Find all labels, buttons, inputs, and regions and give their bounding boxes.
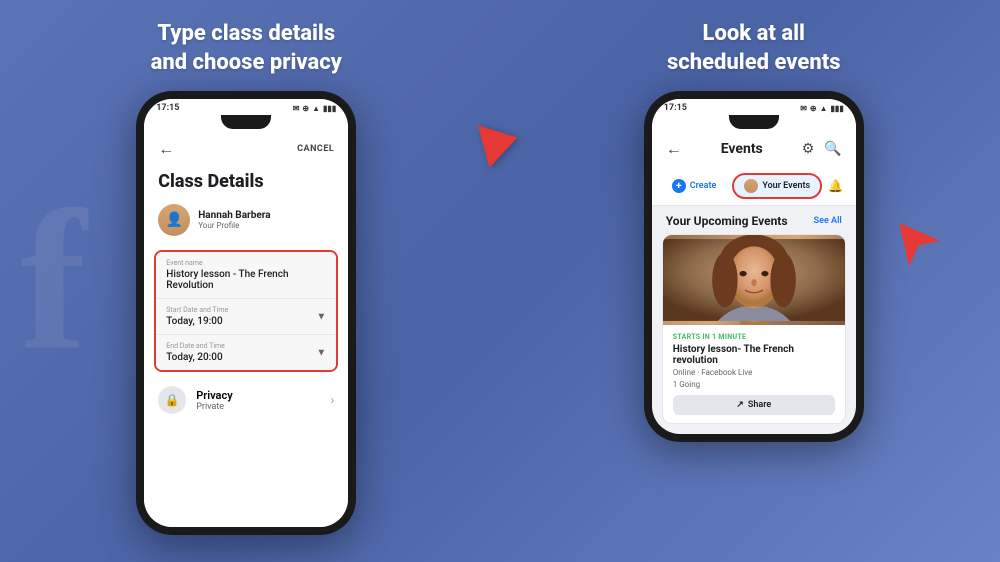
battery-icon: ▮▮▮ <box>323 104 336 113</box>
privacy-chevron-icon: › <box>331 393 335 407</box>
bg-watermark: f <box>20 167 87 396</box>
status-icons-2: ✉ ⊕ ▲ ▮▮▮ <box>800 104 844 113</box>
end-date-label: End Date and Time <box>166 342 326 350</box>
panel-1: Type class details and choose privacy 17… <box>30 20 463 552</box>
events-nav: ← Events ⚙ 🔍 <box>652 131 856 167</box>
phone-2: 17:15 ✉ ⊕ ▲ ▮▮▮ ← Events ⚙ <box>644 91 864 442</box>
signal-icon: ⊕ <box>302 104 309 113</box>
phone-1: 17:15 ✉ ⊕ ▲ ▮▮▮ ← CANCEL <box>136 91 356 535</box>
event-meta: Online · Facebook Live <box>673 368 835 377</box>
battery-icon-2: ▮▮▮ <box>831 104 844 113</box>
back-button-1[interactable]: ← <box>158 139 174 159</box>
notch-1 <box>221 115 271 129</box>
form-section: Event name History lesson - The French R… <box>154 250 338 372</box>
event-name-card: History lesson- The French revolution <box>673 344 835 366</box>
end-date-arrow: ▼ <box>316 347 326 358</box>
start-date-arrow: ▼ <box>316 311 326 322</box>
panel-2: Look at all scheduled events 17:15 ✉ ⊕ ▲… <box>538 20 971 552</box>
start-date-field[interactable]: Start Date and Time Today, 19:00 ▼ <box>156 299 336 335</box>
events-tabs: + Create Your Events 🔔 <box>652 167 856 206</box>
gear-icon[interactable]: ⚙ <box>802 141 815 157</box>
signal-icon-2: ⊕ <box>810 104 817 113</box>
profile-sub: Your Profile <box>198 221 270 230</box>
tab-avatar <box>744 179 758 193</box>
see-all-button[interactable]: See All <box>814 216 842 226</box>
start-date-label: Start Date and Time <box>166 306 326 314</box>
floating-arrow-container <box>878 205 951 279</box>
event-image <box>663 235 845 325</box>
profile-row: 👤 Hannah Barbera Your Profile <box>144 200 348 246</box>
plus-icon: + <box>672 179 686 193</box>
messenger-icon: ✉ <box>293 104 300 113</box>
event-name-field[interactable]: Event name History lesson - The French R… <box>156 252 336 299</box>
wifi-icon: ▲ <box>312 104 320 113</box>
tab-create[interactable]: + Create <box>662 175 727 197</box>
events-title: Events <box>721 141 763 157</box>
screen-1: Class Details 👤 Hannah Barbera Your Prof… <box>144 167 348 527</box>
create-label: Create <box>690 181 717 191</box>
status-bar-2: 17:15 ✉ ⊕ ▲ ▮▮▮ <box>652 99 856 115</box>
wifi-icon-2: ▲ <box>820 104 828 113</box>
avatar-face: 👤 <box>158 204 190 236</box>
up-arrow-icon <box>878 205 948 275</box>
share-icon: ↗ <box>736 400 744 410</box>
start-date-value: Today, 19:00 <box>166 316 326 327</box>
privacy-row[interactable]: 🔒 Privacy Private › <box>144 376 348 424</box>
event-name-value: History lesson - The French Revolution <box>166 269 326 291</box>
event-card[interactable]: STARTS IN 1 MINUTE History lesson- The F… <box>662 234 846 424</box>
lock-icon: 🔒 <box>158 386 186 414</box>
privacy-label: Privacy <box>196 389 232 402</box>
app-nav-1: ← CANCEL <box>144 131 348 167</box>
phone-1-inner: 17:15 ✉ ⊕ ▲ ▮▮▮ ← CANCEL <box>144 99 348 527</box>
status-bar-1: 17:15 ✉ ⊕ ▲ ▮▮▮ <box>144 99 348 115</box>
end-date-field[interactable]: End Date and Time Today, 20:00 ▼ <box>156 335 336 370</box>
phone-2-inner: 17:15 ✉ ⊕ ▲ ▮▮▮ ← Events ⚙ <box>652 99 856 434</box>
panel-1-title: Type class details and choose privacy <box>151 20 342 77</box>
messenger-icon-2: ✉ <box>800 104 807 113</box>
back-button-2[interactable]: ← <box>666 139 682 159</box>
center-arrow <box>483 120 518 164</box>
event-details: STARTS IN 1 MINUTE History lesson- The F… <box>663 325 845 423</box>
privacy-value: Private <box>196 402 232 412</box>
profile-name: Hannah Barbera <box>198 210 270 221</box>
starts-in-badge: STARTS IN 1 MINUTE <box>673 333 835 341</box>
right-arrow-icon <box>477 116 522 168</box>
time-2: 17:15 <box>664 103 687 113</box>
panel-2-title: Look at all scheduled events <box>667 20 841 77</box>
profile-info: Hannah Barbera Your Profile <box>198 210 270 230</box>
privacy-info: Privacy Private <box>196 389 232 412</box>
your-events-label: Your Events <box>762 181 810 191</box>
cancel-button[interactable]: CANCEL <box>297 144 334 154</box>
tab-your-events[interactable]: Your Events <box>732 173 822 199</box>
notch-bar-2 <box>652 115 856 131</box>
share-label: Share <box>748 400 771 410</box>
end-date-value: Today, 20:00 <box>166 352 326 363</box>
profile-avatar: 👤 <box>158 204 190 236</box>
event-name-label: Event name <box>166 259 326 267</box>
share-button[interactable]: ↗ Share <box>673 395 835 415</box>
upcoming-header: Your Upcoming Events See All <box>652 206 856 234</box>
status-icons-1: ✉ ⊕ ▲ ▮▮▮ <box>293 104 337 113</box>
event-going: 1 Going <box>673 380 835 389</box>
upcoming-title: Your Upcoming Events <box>666 214 788 228</box>
search-icon[interactable]: 🔍 <box>824 141 841 157</box>
time-1: 17:15 <box>156 103 179 113</box>
notch-bar-1 <box>144 115 348 131</box>
bell-icon[interactable]: 🔔 <box>828 179 843 193</box>
notch-2 <box>729 115 779 129</box>
events-icons: ⚙ 🔍 <box>802 141 842 157</box>
main-layout: Type class details and choose privacy 17… <box>0 0 1000 562</box>
class-details-title: Class Details <box>144 167 348 200</box>
